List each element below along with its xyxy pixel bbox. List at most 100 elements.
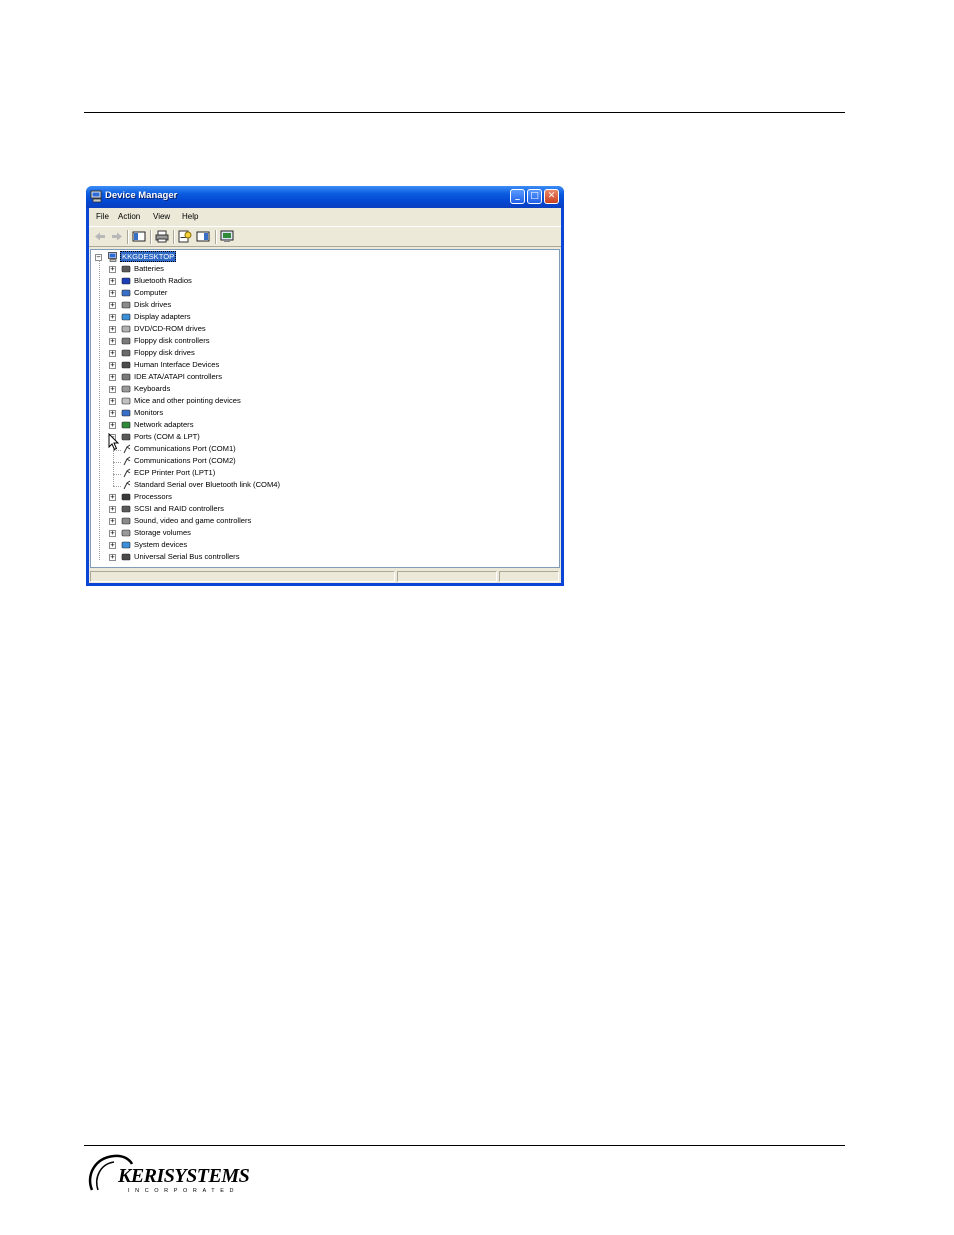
menu-bar: File Action View Help: [89, 208, 561, 224]
expand-toggle[interactable]: +: [109, 518, 116, 525]
tree-category-node[interactable]: −Ports (COM & LPT): [108, 432, 368, 444]
tree-category-label[interactable]: DVD/CD-ROM drives: [134, 324, 206, 333]
tree-category-label[interactable]: IDE ATA/ATAPI controllers: [134, 372, 222, 381]
menu-view[interactable]: View: [153, 212, 170, 221]
tree-port-node[interactable]: Standard Serial over Bluetooth link (COM…: [122, 480, 382, 492]
device-tree[interactable]: − KKGDESKTOP + Batteries + Bluetooth Radios…: [90, 249, 560, 568]
tree-category-node[interactable]: + Processors: [108, 492, 368, 504]
expand-toggle[interactable]: +: [109, 290, 116, 297]
tree-port-label[interactable]: Communications Port (COM1): [134, 444, 236, 453]
port-icon: [121, 433, 131, 441]
tree-category-label[interactable]: Floppy disk drives: [134, 348, 195, 357]
expand-toggle[interactable]: +: [109, 506, 116, 513]
tree-category-label[interactable]: Computer: [134, 288, 167, 297]
tree-category-node[interactable]: + Batteries: [108, 264, 368, 276]
tree-category-label[interactable]: Batteries: [134, 264, 164, 273]
tree-category-node[interactable]: + Universal Serial Bus controllers: [108, 552, 368, 564]
tree-category-node[interactable]: + Floppy disk controllers: [108, 336, 368, 348]
tree-category-label[interactable]: Network adapters: [134, 420, 194, 429]
tree-category-node[interactable]: + Human Interface Devices: [108, 360, 368, 372]
tree-connector: [113, 462, 121, 463]
expand-toggle[interactable]: +: [109, 350, 116, 357]
print-icon[interactable]: [155, 230, 169, 243]
expand-toggle[interactable]: +: [109, 422, 116, 429]
tree-category-node[interactable]: + Display adapters: [108, 312, 368, 324]
menu-action[interactable]: Action: [118, 212, 140, 221]
tree-category-label[interactable]: Universal Serial Bus controllers: [134, 552, 240, 561]
tree-category-node[interactable]: + Floppy disk drives: [108, 348, 368, 360]
tree-category-label[interactable]: Processors: [134, 492, 172, 501]
svg-text:KERISYSTEMS: KERISYSTEMS: [117, 1165, 249, 1187]
action-pane-icon[interactable]: [196, 230, 210, 243]
tree-category-node[interactable]: + System devices: [108, 540, 368, 552]
tree-category-label[interactable]: Sound, video and game controllers: [134, 516, 251, 525]
tree-root-label[interactable]: KKGDESKTOP: [120, 251, 177, 262]
port-icon: [123, 480, 131, 490]
tree-category-label[interactable]: System devices: [134, 540, 187, 549]
tree-port-node[interactable]: Communications Port (COM2): [122, 456, 382, 468]
expand-toggle[interactable]: +: [109, 338, 116, 345]
tree-connector: [113, 486, 121, 487]
tree-category-node[interactable]: + DVD/CD-ROM drives: [108, 324, 368, 336]
tree-category-label[interactable]: Disk drives: [134, 300, 171, 309]
tree-category-node[interactable]: + Monitors: [108, 408, 368, 420]
tree-port-label[interactable]: Standard Serial over Bluetooth link (COM…: [134, 480, 280, 489]
expand-toggle[interactable]: +: [109, 398, 116, 405]
tree-port-label[interactable]: Communications Port (COM2): [134, 456, 236, 465]
expand-toggle[interactable]: +: [109, 362, 116, 369]
footer-rule: [84, 1145, 845, 1146]
expand-toggle[interactable]: +: [109, 278, 116, 285]
scan-hardware-icon[interactable]: [220, 230, 234, 243]
minimize-button[interactable]: _: [510, 189, 525, 204]
tree-category-node[interactable]: + IDE ATA/ATAPI controllers: [108, 372, 368, 384]
tree-category-label[interactable]: Bluetooth Radios: [134, 276, 192, 285]
expand-toggle[interactable]: +: [109, 266, 116, 273]
back-arrow-icon[interactable]: [93, 230, 107, 243]
tree-port-node[interactable]: ECP Printer Port (LPT1): [122, 468, 382, 480]
expand-toggle[interactable]: +: [109, 302, 116, 309]
ide-controller-icon: [121, 373, 131, 381]
console-tree-icon[interactable]: [132, 230, 146, 243]
tree-category-label[interactable]: SCSI and RAID controllers: [134, 504, 224, 513]
tree-category-node[interactable]: + Sound, video and game controllers: [108, 516, 368, 528]
menu-help[interactable]: Help: [182, 212, 198, 221]
expand-toggle[interactable]: +: [109, 410, 116, 417]
svg-text:INCORPORATED: INCORPORATED: [128, 1188, 239, 1194]
tree-category-label[interactable]: Monitors: [134, 408, 163, 417]
toolbar-separator: [150, 230, 152, 244]
close-button[interactable]: ✕: [544, 189, 559, 204]
tree-category-label[interactable]: Floppy disk controllers: [134, 336, 210, 345]
expand-toggle[interactable]: +: [109, 386, 116, 393]
maximize-button[interactable]: □: [527, 189, 542, 204]
expand-toggle[interactable]: +: [109, 542, 116, 549]
tree-category-label[interactable]: Mice and other pointing devices: [134, 396, 241, 405]
tree-category-node[interactable]: + Network adapters: [108, 420, 368, 432]
tree-category-node[interactable]: + Disk drives: [108, 300, 368, 312]
expand-toggle[interactable]: +: [109, 326, 116, 333]
tree-root-node[interactable]: − KKGDESKTOP: [94, 251, 294, 264]
tree-category-node[interactable]: + Computer: [108, 288, 368, 300]
properties-icon[interactable]: [178, 230, 192, 243]
expand-toggle[interactable]: +: [109, 314, 116, 321]
tree-category-node[interactable]: + Storage volumes: [108, 528, 368, 540]
expand-toggle[interactable]: +: [109, 554, 116, 561]
tree-port-label[interactable]: ECP Printer Port (LPT1): [134, 468, 215, 477]
tree-category-node[interactable]: + Bluetooth Radios: [108, 276, 368, 288]
tree-category-label[interactable]: Display adapters: [134, 312, 191, 321]
tree-port-node[interactable]: Communications Port (COM1): [122, 444, 382, 456]
tree-category-node[interactable]: + SCSI and RAID controllers: [108, 504, 368, 516]
tree-category-node[interactable]: + Mice and other pointing devices: [108, 396, 368, 408]
tree-category-label[interactable]: Storage volumes: [134, 528, 191, 537]
expand-toggle[interactable]: +: [109, 530, 116, 537]
device-manager-icon: [90, 190, 102, 203]
forward-arrow-icon[interactable]: [110, 230, 124, 243]
expand-toggle[interactable]: +: [109, 374, 116, 381]
tree-category-node[interactable]: + Keyboards: [108, 384, 368, 396]
title-bar[interactable]: Device Manager _ □ ✕: [86, 186, 564, 208]
expand-toggle[interactable]: +: [109, 494, 116, 501]
tree-category-label[interactable]: Keyboards: [134, 384, 170, 393]
tree-category-label[interactable]: Ports (COM & LPT): [134, 432, 200, 441]
menu-file[interactable]: File: [96, 212, 109, 221]
tree-category-label[interactable]: Human Interface Devices: [134, 360, 219, 369]
status-pane-main: [90, 571, 395, 582]
